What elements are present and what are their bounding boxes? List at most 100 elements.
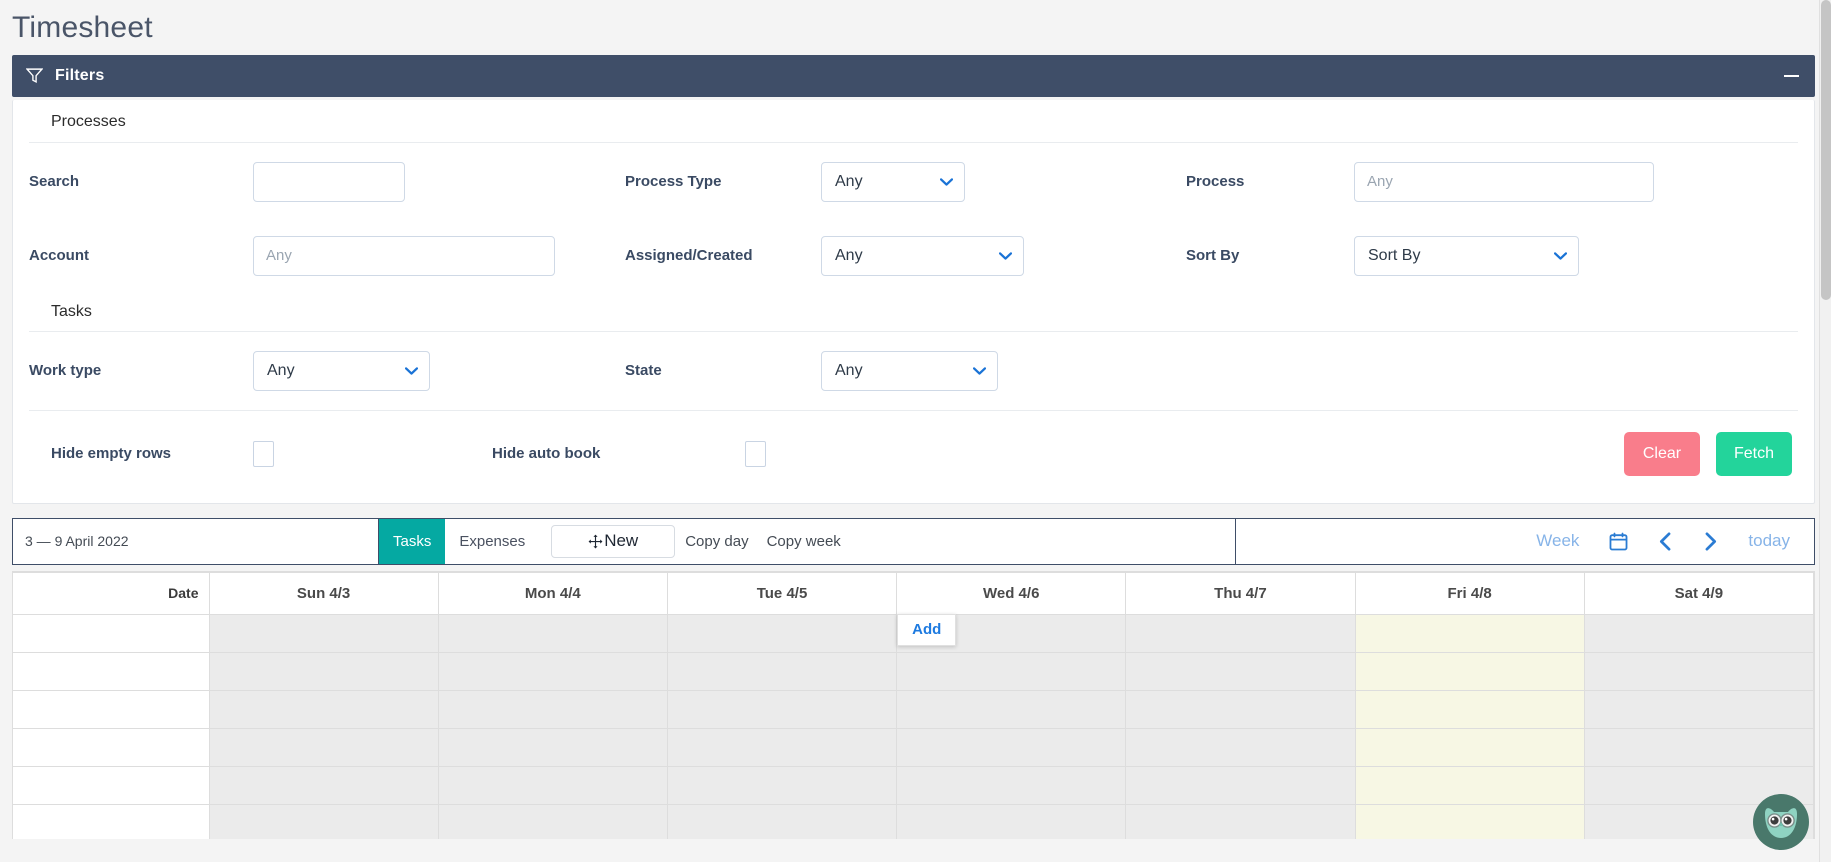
calendar-icon[interactable] bbox=[1609, 532, 1628, 551]
owl-avatar-icon[interactable] bbox=[1753, 794, 1809, 850]
tasks-section-title: Tasks bbox=[29, 291, 1798, 332]
day-cell[interactable] bbox=[437, 613, 668, 653]
day-cell[interactable] bbox=[1125, 689, 1356, 729]
day-cell[interactable] bbox=[896, 765, 1127, 805]
process-input[interactable] bbox=[1354, 161, 1654, 202]
search-input[interactable] bbox=[253, 161, 405, 202]
new-button-label: New bbox=[604, 531, 639, 550]
day-cell[interactable] bbox=[1125, 651, 1356, 691]
day-cell[interactable] bbox=[1125, 613, 1356, 653]
day-cell[interactable] bbox=[208, 727, 439, 767]
day-cell[interactable] bbox=[1583, 727, 1814, 767]
day-cell[interactable] bbox=[208, 765, 439, 805]
date-cell[interactable] bbox=[13, 651, 210, 691]
state-select[interactable]: Any bbox=[821, 350, 998, 391]
day-cell[interactable] bbox=[1125, 765, 1356, 805]
filters-row-2: Account Assigned/Created Any Sort By bbox=[13, 221, 1814, 291]
timesheet-page: Timesheet Filters Processes Search Proce… bbox=[0, 0, 1831, 862]
day-cell[interactable] bbox=[1583, 613, 1814, 653]
day-cell[interactable] bbox=[1354, 651, 1585, 691]
day-cell[interactable] bbox=[896, 727, 1127, 767]
tab-expenses[interactable]: Expenses bbox=[445, 519, 539, 564]
add-entry-button[interactable]: Add bbox=[897, 613, 957, 646]
chevron-down-icon bbox=[973, 364, 986, 377]
day-cell[interactable]: Add bbox=[896, 613, 1127, 653]
day-cell[interactable] bbox=[208, 613, 439, 653]
new-button[interactable]: New bbox=[551, 524, 676, 558]
week-view-button[interactable]: Week bbox=[1536, 531, 1579, 551]
day-cell[interactable] bbox=[1354, 689, 1585, 729]
day-cell[interactable] bbox=[208, 689, 439, 729]
next-week-button[interactable] bbox=[1703, 531, 1718, 551]
day-cell[interactable] bbox=[437, 727, 668, 767]
day-cell[interactable] bbox=[666, 689, 898, 729]
table-row bbox=[13, 689, 1814, 729]
day-cell[interactable] bbox=[437, 689, 668, 729]
assigned-created-label: Assigned/Created bbox=[625, 247, 753, 264]
tab-tasks[interactable]: Tasks bbox=[379, 518, 446, 564]
day-cell[interactable] bbox=[666, 613, 898, 653]
date-cell[interactable] bbox=[13, 689, 210, 729]
date-cell[interactable] bbox=[13, 613, 210, 653]
work-type-label: Work type bbox=[29, 362, 102, 379]
table-row bbox=[13, 651, 1814, 691]
date-cell[interactable] bbox=[13, 765, 210, 805]
clear-button[interactable]: Clear bbox=[1624, 431, 1700, 476]
scrollbar-thumb[interactable] bbox=[1821, 0, 1831, 300]
page-scrollbar[interactable] bbox=[1819, 0, 1831, 862]
day-cell[interactable] bbox=[1125, 727, 1356, 767]
hide-auto-book-checkbox[interactable] bbox=[745, 440, 766, 467]
prev-week-button[interactable] bbox=[1658, 531, 1673, 551]
hide-auto-book-label: Hide auto book bbox=[492, 445, 601, 462]
fetch-button[interactable]: Fetch bbox=[1716, 431, 1792, 476]
date-cell[interactable] bbox=[13, 803, 210, 839]
day-cell[interactable] bbox=[208, 651, 439, 691]
hide-empty-rows-checkbox-wrap bbox=[253, 440, 492, 467]
copy-week-button[interactable]: Copy week bbox=[767, 519, 841, 564]
page-title: Timesheet bbox=[12, 11, 153, 44]
process-type-select[interactable]: Any bbox=[821, 161, 965, 202]
filters-header[interactable]: Filters bbox=[12, 54, 1815, 97]
date-range-display[interactable]: 3 — 9 April 2022 bbox=[13, 518, 379, 564]
process-label-group: Process bbox=[1186, 173, 1354, 190]
table-row bbox=[13, 803, 1814, 839]
processes-section-title: Processes bbox=[29, 100, 1798, 143]
day-cell[interactable] bbox=[896, 651, 1127, 691]
day-cell[interactable] bbox=[437, 803, 668, 839]
chevron-down-icon bbox=[940, 175, 953, 188]
day-cell[interactable] bbox=[1354, 613, 1585, 653]
work-type-select[interactable]: Any bbox=[253, 350, 430, 391]
assigned-created-select[interactable]: Any bbox=[821, 235, 1024, 276]
day-cell[interactable] bbox=[1583, 689, 1814, 729]
day-cell[interactable] bbox=[666, 803, 898, 839]
day-column-header: Tue 4/5 bbox=[666, 571, 898, 615]
day-cell[interactable] bbox=[1125, 803, 1356, 839]
day-cell[interactable] bbox=[437, 765, 668, 805]
day-cell[interactable] bbox=[208, 803, 439, 839]
day-cell[interactable] bbox=[666, 765, 898, 805]
day-cell[interactable] bbox=[1354, 727, 1585, 767]
toolbar-actions: Tasks Expenses New Copy day Copy week bbox=[379, 518, 1236, 564]
table-row: Add bbox=[13, 613, 1814, 653]
day-column-header: Mon 4/4 bbox=[437, 571, 668, 615]
process-type-select-wrap: Any bbox=[821, 161, 1186, 202]
account-input-wrap bbox=[253, 235, 625, 276]
account-input[interactable] bbox=[253, 235, 555, 276]
assigned-created-value: Any bbox=[835, 246, 863, 264]
date-cell[interactable] bbox=[13, 727, 210, 767]
day-cell[interactable] bbox=[666, 651, 898, 691]
day-cell[interactable] bbox=[666, 727, 898, 767]
minimize-icon[interactable] bbox=[1781, 66, 1801, 86]
sort-by-select[interactable]: Sort By bbox=[1354, 235, 1579, 276]
day-cell[interactable] bbox=[1583, 651, 1814, 691]
sort-by-value: Sort By bbox=[1368, 246, 1421, 264]
day-cell[interactable] bbox=[1354, 765, 1585, 805]
day-cell[interactable] bbox=[896, 803, 1127, 839]
day-cell[interactable] bbox=[437, 651, 668, 691]
day-cell[interactable] bbox=[1354, 803, 1585, 839]
day-cell[interactable] bbox=[896, 689, 1127, 729]
sort-by-label: Sort By bbox=[1186, 247, 1240, 264]
copy-day-button[interactable]: Copy day bbox=[685, 519, 748, 564]
hide-empty-rows-checkbox[interactable] bbox=[253, 440, 274, 467]
today-button[interactable]: today bbox=[1748, 531, 1790, 551]
